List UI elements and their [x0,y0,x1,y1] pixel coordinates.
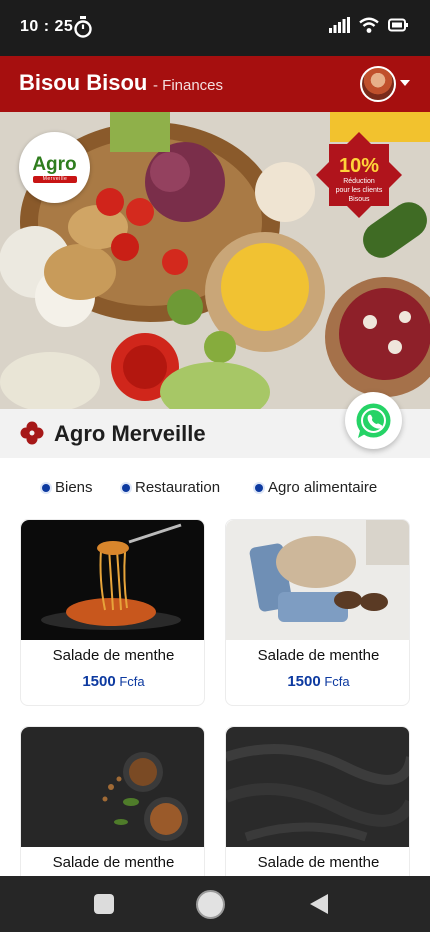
product-price: 1500 Fcfa [21,673,204,690]
promo-text: 10% Réduction pour les clients Bisous [316,155,402,204]
product-image [226,727,409,847]
avatar[interactable] [360,66,396,102]
price-amount: 1500 [287,673,321,690]
app-title: Bisou Bisou [19,70,148,95]
whatsapp-icon [356,403,391,438]
product-title: Salade de menthe [257,647,380,664]
wifi-icon [359,17,379,33]
spices-image [21,727,204,847]
category-biens[interactable]: Biens [42,479,93,496]
category-label: Biens [55,479,93,496]
recent-apps-icon[interactable] [94,894,114,914]
promo-line-3: Bisous [348,196,370,203]
status-time: 10 : 25 [20,18,74,35]
category-agro-alimentaire[interactable]: Agro alimentaire [255,479,377,496]
whatsapp-button[interactable] [345,392,402,449]
fabric-image [226,727,409,847]
spaghetti-image [21,520,204,640]
clover-icon [20,421,44,445]
category-dot [42,483,50,492]
promo-line-2: pour les clients [335,187,383,194]
product-card[interactable]: Salade de menthe 1500 Fcfa [20,519,205,706]
logo-band: Merveille [33,176,77,183]
category-dot [122,483,130,492]
price-currency: Fcfa [324,674,350,689]
product-title: Salade de menthe [52,647,175,664]
price-amount: 1500 [82,673,116,690]
promo-line-1: Réduction [343,178,375,185]
product-title: Salade de menthe [52,854,175,871]
product-price: 1500 Fcfa [226,673,409,690]
timer-icon [74,16,92,38]
home-icon[interactable] [196,890,225,919]
back-icon[interactable] [310,894,328,914]
category-dot [255,483,263,492]
category-restauration[interactable]: Restauration [122,479,220,496]
product-image [21,727,204,847]
app-subtitle: - Finances [153,77,224,94]
category-label: Agro alimentaire [268,479,378,496]
clothes-image [226,520,409,640]
product-title: Salade de menthe [257,854,380,871]
promo-percent: 10% [338,155,380,177]
signal-icon [329,17,350,33]
status-bar: 10 : 25 [0,0,430,56]
category-label: Restauration [135,479,221,496]
product-image [21,520,204,640]
store-name: Agro Merveille [54,421,206,446]
price-currency: Fcfa [119,674,145,689]
agro-logo: Agro Merveille [19,132,90,203]
battery-icon [388,18,408,32]
chevron-down-icon[interactable] [400,80,410,86]
product-card[interactable]: Salade de menthe 1500 Fcfa [225,519,410,706]
product-image [226,520,409,640]
logo-text: Agro [32,154,77,175]
status-icons [329,17,408,33]
